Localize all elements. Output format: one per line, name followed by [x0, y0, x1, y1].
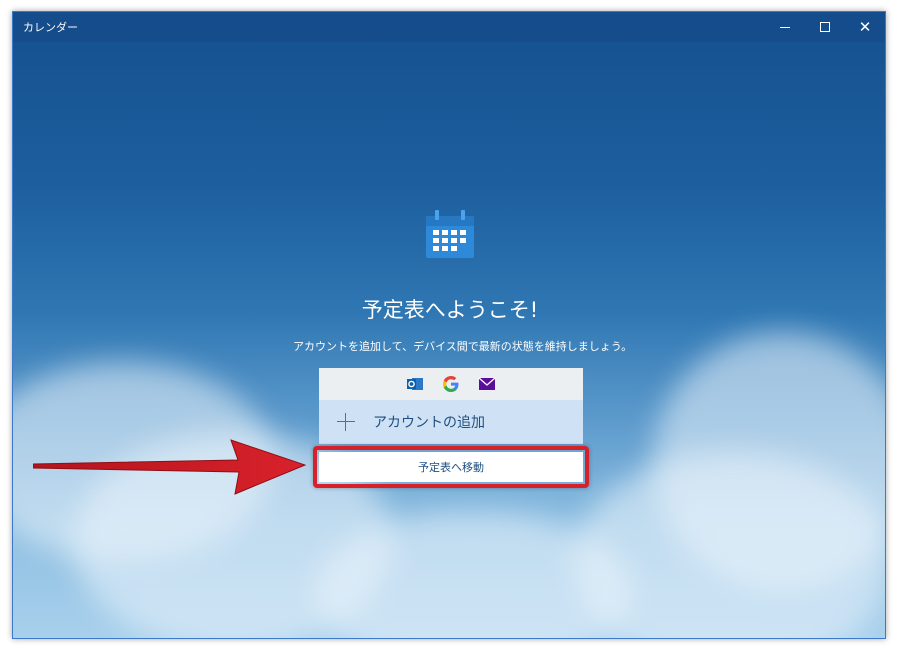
add-account-button[interactable]: アカウントの追加	[319, 400, 583, 444]
plus-icon	[337, 413, 355, 431]
welcome-heading: 予定表へようこそ!	[361, 298, 539, 322]
welcome-content: 予定表へようこそ! アカウントを追加して、デバイス間で最新の状態を維持しましょう…	[13, 42, 885, 638]
google-icon	[442, 375, 460, 393]
account-provider-bar	[319, 368, 583, 400]
welcome-description: アカウントを追加して、デバイス間で最新の状態を維持しましょう。	[293, 340, 633, 353]
add-account-label: アカウントの追加	[373, 415, 485, 431]
maximize-icon	[820, 22, 830, 32]
close-button[interactable]: ✕	[845, 12, 885, 42]
title-bar: カレンダー ✕	[13, 12, 885, 42]
minimize-button[interactable]	[765, 12, 805, 42]
go-to-calendar-button[interactable]: 予定表へ移動	[319, 452, 583, 482]
yahoo-mail-icon	[478, 375, 496, 393]
calendar-icon	[426, 210, 474, 258]
outlook-icon	[406, 375, 424, 393]
calendar-window: カレンダー ✕ 予定表へようこそ! アカウントを追加して、デバイス間で最新の状態…	[12, 11, 886, 639]
maximize-button[interactable]	[805, 12, 845, 42]
red-arrow-icon	[33, 439, 307, 495]
close-icon: ✕	[858, 17, 872, 36]
minimize-icon	[780, 26, 790, 28]
window-title: カレンダー	[23, 21, 78, 34]
